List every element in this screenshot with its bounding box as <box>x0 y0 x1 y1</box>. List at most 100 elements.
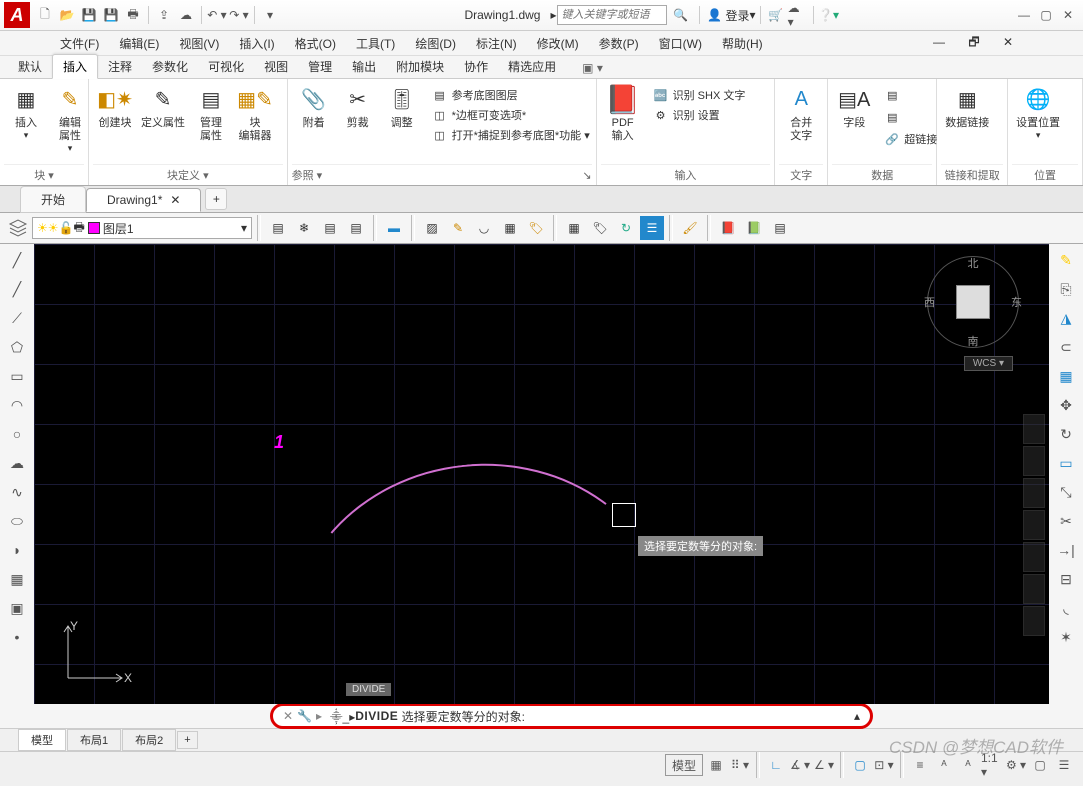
new-icon[interactable]: 🗋 <box>35 5 55 25</box>
ellipse-tool-icon[interactable]: ⬭ <box>3 507 31 535</box>
osnap-toggle-icon[interactable]: ▢ <box>849 755 871 775</box>
cmd-wrench-icon[interactable]: 🔧 <box>297 709 312 723</box>
track-toggle-icon[interactable]: ∠ ▾ <box>813 755 835 775</box>
tab-default[interactable]: 默认 <box>8 55 52 78</box>
hyperlink-button[interactable]: 🔗超链接 <box>880 129 941 149</box>
app-logo[interactable]: A <box>4 2 30 28</box>
layer-combo[interactable]: ☀☀ 🔓🖶 图层1 ▾ <box>32 217 252 239</box>
account-icon[interactable]: 👤 <box>705 5 725 25</box>
menu-icon[interactable]: ▾ <box>260 5 280 25</box>
menu-dim[interactable]: 标注(N) <box>466 35 527 52</box>
doc-min-icon[interactable]: — <box>923 35 955 49</box>
search-input[interactable] <box>560 8 664 22</box>
line-tool-icon[interactable]: ╱ <box>3 246 31 274</box>
tb-tag2-icon[interactable]: 🏷 <box>588 216 612 240</box>
fillet-tool-icon[interactable]: ◟ <box>1052 594 1080 622</box>
recognize-shx-button[interactable]: 🔤识别 SHX 文字 <box>649 85 750 105</box>
merge-text-button[interactable]: A合并 文字 <box>779 81 823 145</box>
help-icon[interactable]: ❔▾ <box>819 5 839 25</box>
menu-format[interactable]: 格式(O) <box>285 35 346 52</box>
tb-book2-icon[interactable]: 📗 <box>742 216 766 240</box>
binoculars-icon[interactable]: 🔍 <box>668 5 694 25</box>
stretch-tool-icon[interactable]: ⤡ <box>1052 478 1080 506</box>
tab-featured[interactable]: 精选应用 <box>498 55 566 78</box>
export-icon[interactable]: ⇪ <box>154 5 174 25</box>
tb-list-icon[interactable]: ☰ <box>640 216 664 240</box>
customize-icon[interactable]: ☰ <box>1053 755 1075 775</box>
extend-tool-icon[interactable]: →| <box>1052 536 1080 564</box>
panel-title-blockdef[interactable]: 块定义 ▾ <box>93 164 283 185</box>
tb-sync-icon[interactable]: ↻ <box>614 216 638 240</box>
lineweight-icon[interactable]: ≡ <box>909 755 931 775</box>
offset-tool-icon[interactable]: ⊂ <box>1052 333 1080 361</box>
layeroff-icon[interactable]: ▤ <box>318 216 342 240</box>
menu-modify[interactable]: 修改(M) <box>527 35 589 52</box>
status-model[interactable]: 模型 <box>665 754 703 776</box>
circle-tool-icon[interactable]: ○ <box>3 420 31 448</box>
move-tool-icon[interactable]: ✥ <box>1052 391 1080 419</box>
panel-title-block[interactable]: 块 ▾ <box>4 164 84 185</box>
tab-parametric[interactable]: 参数化 <box>142 55 198 78</box>
layermatch-icon[interactable]: ▤ <box>344 216 368 240</box>
ws-icon[interactable]: ⚙ ▾ <box>1005 755 1027 775</box>
tab-view[interactable]: 视图 <box>254 55 298 78</box>
highlight-tool-icon[interactable]: ✎ <box>1052 246 1080 274</box>
menu-window[interactable]: 窗口(W) <box>649 35 712 52</box>
ref-snap-button[interactable]: ◫打开*捕捉到参考底图*功能 ▾ <box>428 125 594 145</box>
command-line[interactable]: ✕🔧▸ ⸎_▸ DIVIDE 选择要定数等分的对象: ▴ <box>270 703 873 729</box>
manage-attr-button[interactable]: ▤管理 属性 <box>189 81 233 145</box>
create-block-button[interactable]: ◧✷创建块 <box>93 81 137 132</box>
tb-tag-icon[interactable]: 🏷 <box>524 216 548 240</box>
drawing-canvas[interactable]: 1 选择要定数等分的对象: 北 南 东 西 WCS ▾ YX DIVIDE <box>34 244 1049 704</box>
tb-rect-icon[interactable]: ▬ <box>382 216 406 240</box>
menu-param[interactable]: 参数(P) <box>589 35 649 52</box>
insert-tool-icon[interactable]: ▦ <box>3 565 31 593</box>
ribbon-expand-icon[interactable]: ▣ ▾ <box>572 58 613 78</box>
grid-toggle-icon[interactable]: ▦ <box>705 755 727 775</box>
menu-file[interactable]: 文件(F) <box>50 35 109 52</box>
tab-visualize[interactable]: 可视化 <box>198 55 254 78</box>
share-icon[interactable]: ☁ <box>176 5 196 25</box>
layout-add-button[interactable]: + <box>177 731 197 749</box>
copy-tool-icon[interactable]: ⎘ <box>1052 275 1080 303</box>
rotate-tool-icon[interactable]: ↻ <box>1052 420 1080 448</box>
cmd-close-icon[interactable]: ✕ <box>283 709 293 723</box>
scale-tool-icon[interactable]: ▭ <box>1052 449 1080 477</box>
tab-insert[interactable]: 插入 <box>52 54 98 79</box>
tab-start[interactable]: 开始 <box>20 186 86 213</box>
block-tool-icon[interactable]: ▣ <box>3 594 31 622</box>
save-icon[interactable]: 💾 <box>79 5 99 25</box>
monitor-icon[interactable]: ▢ <box>1029 755 1051 775</box>
ortho-toggle-icon[interactable]: ∟ <box>765 755 787 775</box>
xline-tool-icon[interactable]: ╱ <box>3 275 31 303</box>
explode-tool-icon[interactable]: ✶ <box>1052 623 1080 651</box>
layout-2[interactable]: 布局2 <box>122 729 176 751</box>
menu-draw[interactable]: 绘图(D) <box>405 35 466 52</box>
attach-button[interactable]: 📎附着 <box>292 81 336 132</box>
doc-max-icon[interactable]: 🗗 <box>958 35 989 49</box>
tab-annotate[interactable]: 注释 <box>98 55 142 78</box>
tab-collab[interactable]: 协作 <box>454 55 498 78</box>
layers-icon[interactable] <box>6 216 30 240</box>
rect-tool-icon[interactable]: ▭ <box>3 362 31 390</box>
recognize-settings-button[interactable]: ⚙识别 设置 <box>649 105 750 125</box>
menu-tools[interactable]: 工具(T) <box>346 35 405 52</box>
open-icon[interactable]: 📂 <box>57 5 77 25</box>
pdf-import-button[interactable]: 📕PDF 输入 <box>601 81 645 145</box>
cmd-expand-icon[interactable]: ▴ <box>854 709 860 723</box>
adjust-button[interactable]: 🎚调整 <box>380 81 424 132</box>
scale-icon[interactable]: 1:1 ▾ <box>981 755 1003 775</box>
snap-toggle-icon[interactable]: ⠿ ▾ <box>729 755 751 775</box>
osnap2-icon[interactable]: ⊡ ▾ <box>873 755 895 775</box>
anno-icon[interactable]: ᴬ <box>933 755 955 775</box>
clip-button[interactable]: ✂剪裁 <box>336 81 380 132</box>
close-tab-icon[interactable]: ✕ <box>170 193 180 207</box>
array-tool-icon[interactable]: ▦ <box>1052 362 1080 390</box>
keyword-search[interactable] <box>557 5 667 25</box>
tb-arc-icon[interactable]: ◡ <box>472 216 496 240</box>
cloud-icon[interactable]: ☁ ▾ <box>788 5 808 25</box>
tb-brush-icon[interactable]: 🖌 <box>678 216 702 240</box>
data-icon1[interactable]: ▤ <box>880 85 941 105</box>
menu-edit[interactable]: 编辑(E) <box>109 35 169 52</box>
login-link[interactable]: 登录 <box>726 7 750 24</box>
